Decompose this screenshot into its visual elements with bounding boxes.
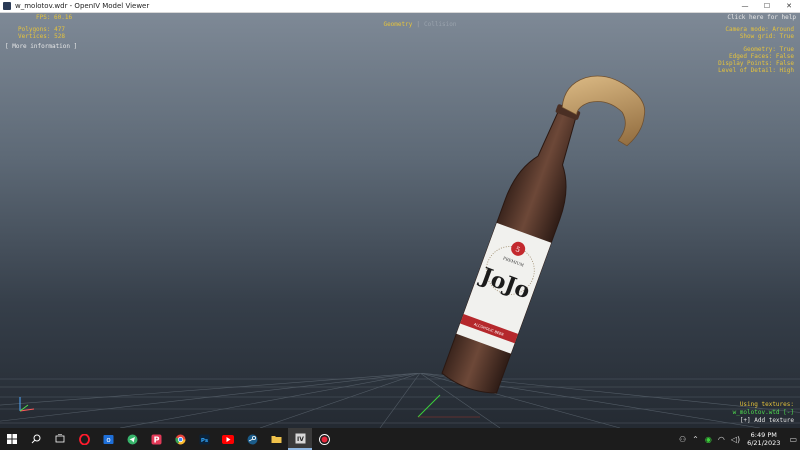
- mode-collision-button[interactable]: Collision: [424, 21, 457, 28]
- wifi-icon[interactable]: ◠: [718, 435, 725, 444]
- taskbar-outlook[interactable]: o: [96, 428, 120, 450]
- telegram-icon: [127, 434, 137, 444]
- people-icon[interactable]: ⚇: [679, 435, 686, 444]
- taskbar-photoshop[interactable]: Ps: [192, 428, 216, 450]
- show-grid-setting[interactable]: Show grid: True: [740, 33, 794, 40]
- task-view-icon: [55, 434, 65, 443]
- polygons-readout: Polygons: 477: [18, 26, 65, 33]
- taskbar-steam[interactable]: [240, 428, 264, 450]
- add-texture-link[interactable]: [+] Add texture: [740, 417, 794, 424]
- taskbar-recorder[interactable]: [312, 428, 336, 450]
- title-bar: w_molotov.wdr - OpenIV Model Viewer — ☐ …: [0, 0, 800, 13]
- pinterest-icon: P: [151, 434, 161, 444]
- axis-gizmo: [19, 397, 35, 412]
- svg-text:o: o: [106, 436, 110, 444]
- search-icon: [31, 434, 41, 444]
- taskbar-openiv[interactable]: IV: [288, 428, 312, 450]
- level-of-detail-setting[interactable]: Level of Detail: High: [718, 67, 794, 74]
- openiv-icon: IV: [295, 433, 305, 443]
- openiv-app-icon: [3, 2, 11, 10]
- close-button[interactable]: ✕: [778, 0, 800, 12]
- chevron-up-icon[interactable]: ⌃: [692, 435, 699, 444]
- windows-logo-icon: [7, 434, 17, 444]
- taskbar-opera[interactable]: [72, 428, 96, 450]
- model-viewport[interactable]: 5 PREMIUM JoJo ALCOHOLIC BEER FPS: 60.16…: [0, 13, 800, 428]
- vertices-readout: Vertices: 528: [18, 33, 65, 40]
- window-controls: — ☐ ✕: [734, 0, 800, 12]
- mode-separator: |: [416, 21, 420, 28]
- steam-icon: [247, 434, 257, 444]
- taskbar-telegram[interactable]: [120, 428, 144, 450]
- mode-geometry-button[interactable]: Geometry: [383, 21, 412, 28]
- display-points-setting[interactable]: Display Points: False: [718, 60, 794, 67]
- geometry-setting[interactable]: Geometry: True: [743, 46, 794, 53]
- maximize-button[interactable]: ☐: [756, 0, 778, 12]
- taskbar-chrome[interactable]: [168, 428, 192, 450]
- status-green-icon[interactable]: ◉: [705, 435, 712, 444]
- help-link[interactable]: Click here for help: [727, 14, 796, 21]
- window-title: w_molotov.wdr - OpenIV Model Viewer: [15, 2, 150, 10]
- taskbar-youtube[interactable]: [216, 428, 240, 450]
- clock[interactable]: 6:49 PM 6/21/2023: [747, 431, 780, 447]
- clock-date: 6/21/2023: [747, 439, 781, 447]
- taskbar-pinterest[interactable]: P: [144, 428, 168, 450]
- texture-file-item[interactable]: w_molotov.wtd [-]: [733, 409, 794, 416]
- render-mode-switch: Geometry | Collision: [367, 14, 459, 35]
- minimize-button[interactable]: —: [734, 0, 756, 12]
- fps-readout: FPS: 60.16: [36, 14, 73, 21]
- outlook-icon: o: [103, 434, 113, 444]
- task-view-button[interactable]: [48, 428, 72, 450]
- svg-text:Ps: Ps: [200, 437, 208, 443]
- photoshop-icon: Ps: [199, 434, 209, 444]
- start-button[interactable]: [0, 428, 24, 450]
- camera-mode-setting[interactable]: Camera mode: Around: [725, 26, 794, 33]
- windows-taskbar: o P Ps IV ⚇ ⌃ ◉ ◠ ◁) 6:49 PM 6/21/2023 ▭: [0, 428, 800, 450]
- svg-text:IV: IV: [297, 436, 304, 443]
- record-icon: [318, 433, 330, 445]
- more-information-link[interactable]: [ More information ]: [5, 43, 77, 50]
- opera-icon: [78, 433, 90, 445]
- edged-faces-setting[interactable]: Edged Faces: False: [729, 53, 794, 60]
- molotov-bottle-model: 5 PREMIUM JoJo ALCOHOLIC BEER: [441, 75, 646, 394]
- folder-icon: [271, 436, 281, 443]
- search-button[interactable]: [24, 428, 48, 450]
- using-textures-label: Using textures:: [739, 401, 794, 408]
- clock-time: 6:49 PM: [750, 431, 777, 439]
- svg-text:P: P: [153, 435, 159, 444]
- system-tray: ⚇ ⌃ ◉ ◠ ◁) 6:49 PM 6/21/2023 ▭: [676, 428, 800, 450]
- taskbar-file-explorer[interactable]: [264, 428, 288, 450]
- volume-icon[interactable]: ◁): [731, 435, 740, 444]
- notifications-icon[interactable]: ▭: [789, 435, 797, 444]
- chrome-icon: [174, 434, 185, 444]
- youtube-icon: [222, 434, 234, 444]
